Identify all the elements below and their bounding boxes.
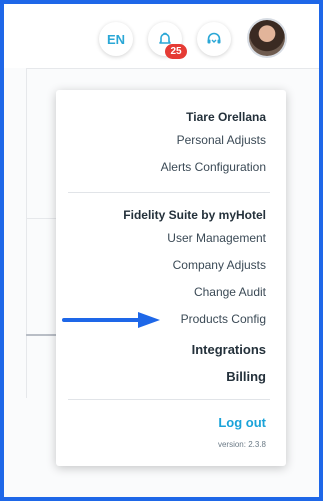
pointer-arrow-icon	[62, 312, 160, 328]
menu-item-products-config[interactable]: Products Config	[181, 312, 266, 326]
menu-user-name: Tiare Orellana	[186, 110, 266, 124]
user-avatar[interactable]	[249, 20, 285, 56]
support-button[interactable]	[197, 22, 231, 56]
background-divider	[26, 218, 58, 219]
menu-item-company-adjusts[interactable]: Company Adjusts	[173, 258, 266, 272]
menu-item-user-management[interactable]: User Management	[167, 231, 266, 245]
menu-item-billing[interactable]: Billing	[226, 369, 266, 384]
user-menu-dropdown: Tiare Orellana Personal Adjusts Alerts C…	[56, 90, 286, 466]
headset-icon	[207, 32, 221, 44]
menu-suite-title: Fidelity Suite by myHotel	[123, 208, 266, 222]
language-label: EN	[106, 31, 126, 47]
notifications-badge: 25	[165, 44, 187, 59]
language-button[interactable]: EN	[99, 22, 133, 56]
menu-divider	[68, 399, 270, 400]
menu-item-personal-adjusts[interactable]: Personal Adjusts	[177, 133, 266, 147]
menu-item-alerts-configuration[interactable]: Alerts Configuration	[161, 160, 266, 174]
menu-item-integrations[interactable]: Integrations	[192, 342, 266, 357]
logout-link[interactable]: Log out	[218, 415, 266, 430]
content-left-edge	[26, 68, 27, 398]
version-label: version: 2.3.8	[217, 440, 266, 449]
menu-item-change-audit[interactable]: Change Audit	[194, 285, 266, 299]
menu-divider	[68, 192, 270, 193]
background-divider-dark	[26, 334, 58, 336]
top-bar-divider	[26, 68, 319, 69]
